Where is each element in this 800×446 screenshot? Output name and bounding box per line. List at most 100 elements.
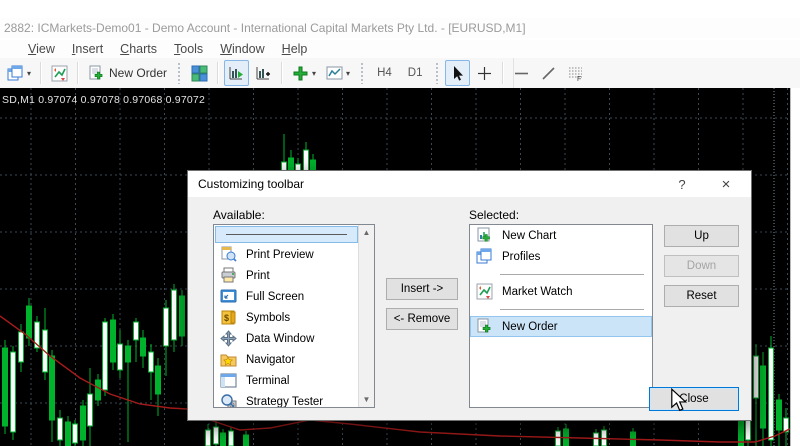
toolbar-drag-handle[interactable] (435, 62, 439, 84)
list-item-label: Print (246, 270, 270, 282)
up-button[interactable]: Up (664, 225, 739, 247)
market-watch-icon (476, 283, 493, 300)
list-item-print-preview[interactable]: Print Preview (214, 244, 359, 265)
available-label: Available: (213, 208, 265, 222)
scrollbar[interactable]: ▲ ▼ (358, 225, 374, 407)
data-window-icon (220, 330, 237, 347)
window-title: 2882: ICMarkets-Demo01 - Demo Account - … (4, 21, 526, 35)
list-item-full-screen[interactable]: Full Screen (214, 286, 359, 307)
chevron-down-icon[interactable]: ▾ (346, 69, 350, 78)
template-button[interactable]: ▾ (322, 60, 354, 86)
toolbar-separator (502, 62, 504, 84)
scroll-up-icon[interactable]: ▲ (359, 225, 374, 240)
profiles-icon (7, 65, 24, 82)
list-separator-item-selected[interactable] (215, 226, 358, 243)
list-item-symbols[interactable]: $ Symbols (214, 307, 359, 328)
list-item-new-chart[interactable]: New Chart (470, 225, 652, 246)
svg-text:$: $ (224, 313, 229, 323)
list-item-new-order[interactable]: New Order (470, 316, 652, 337)
full-screen-icon (220, 288, 237, 305)
template-icon (326, 65, 343, 82)
list-item-label: Terminal (246, 375, 289, 387)
timeframe-d1-button[interactable]: D1 (401, 60, 430, 86)
market-watch-button[interactable] (47, 60, 72, 86)
toolbar-separator (281, 62, 283, 84)
menu-help[interactable]: Help (282, 42, 308, 56)
list-item-label: New Order (502, 321, 558, 333)
new-order-icon (476, 318, 493, 335)
reset-button[interactable]: Reset (664, 285, 739, 307)
customizing-toolbar-dialog: Customizing toolbar ? × Available: Selec… (187, 170, 752, 421)
print-icon (220, 267, 237, 284)
list-item-navigator[interactable]: Navigator (214, 349, 359, 370)
menu-tools[interactable]: Tools (174, 42, 203, 56)
ohlc-label: SD,M1 0.97074 0.97078 0.97068 0.97072 (2, 94, 205, 106)
toolbar-separator (77, 62, 79, 84)
new-chart-icon (476, 227, 493, 244)
selected-label: Selected: (469, 208, 519, 222)
menu-window[interactable]: Window (220, 42, 264, 56)
selected-listbox[interactable]: New Chart Profiles Market Watch New Order (469, 224, 653, 408)
menu-insert[interactable]: Insert (72, 42, 103, 56)
list-item-data-window[interactable]: Data Window (214, 328, 359, 349)
list-item-label: Data Window (246, 333, 314, 345)
trend-line-button[interactable] (536, 60, 561, 86)
list-item-label: New Chart (502, 230, 556, 242)
insert-button[interactable]: Insert -> (386, 278, 458, 300)
toolbar-drag-handle[interactable] (360, 62, 364, 84)
svg-text:F: F (577, 76, 581, 82)
right-margin (790, 88, 800, 446)
profiles-button[interactable]: ▾ (3, 60, 35, 86)
available-list-items: Print Preview Print Full Screen $ Symbols Dat… (214, 225, 359, 407)
toolbar-drag-handle[interactable] (177, 62, 181, 84)
chevron-down-icon[interactable]: ▾ (312, 69, 316, 78)
help-icon[interactable]: ? (665, 171, 699, 197)
list-item-profiles[interactable]: Profiles (470, 246, 652, 267)
list-item-label: Print Preview (246, 249, 314, 261)
menu-charts[interactable]: Charts (120, 42, 157, 56)
menu-view[interactable]: View (28, 42, 55, 56)
profiles-icon (476, 248, 493, 265)
chevron-down-icon[interactable]: ▾ (27, 69, 31, 78)
scroll-down-icon[interactable]: ▼ (359, 392, 374, 407)
available-listbox[interactable]: Print Preview Print Full Screen $ Symbols Dat… (213, 224, 375, 408)
list-item-print[interactable]: Print (214, 265, 359, 286)
new-order-button[interactable]: New Order (84, 60, 171, 86)
list-item-label: Symbols (246, 312, 290, 324)
toolbar-button-label: New Order (109, 66, 167, 80)
fibonacci-icon: F (567, 65, 584, 82)
list-item-label: Profiles (502, 251, 540, 263)
auto-scroll-button[interactable] (224, 60, 249, 86)
close-button[interactable]: Close (649, 387, 739, 411)
close-icon[interactable]: × (709, 171, 743, 197)
chart-shift-button[interactable] (251, 60, 276, 86)
separator-line (226, 234, 347, 235)
toolbar-end-divider (513, 58, 514, 88)
symbols-icon: $ (220, 309, 237, 326)
tile-windows-icon (191, 65, 208, 82)
auto-scroll-icon (228, 65, 245, 82)
horizontal-line-icon (513, 65, 530, 82)
crosshair-button[interactable] (472, 60, 497, 86)
list-item-strategy-tester[interactable]: Strategy Tester (214, 391, 359, 408)
list-item-terminal[interactable]: Terminal (214, 370, 359, 391)
add-indicator-icon (292, 65, 309, 82)
tile-windows-button[interactable] (187, 60, 212, 86)
cursor-button[interactable] (445, 60, 470, 86)
strategy-tester-icon (220, 393, 237, 408)
chart-shift-icon (255, 65, 272, 82)
dialog-title-bar[interactable]: Customizing toolbar ? × (188, 171, 751, 197)
add-indicator-button[interactable]: ▾ (288, 60, 320, 86)
fibonacci-button[interactable]: F (563, 60, 588, 86)
dialog-title: Customizing toolbar (198, 177, 304, 191)
timeframe-h4-button[interactable]: H4 (370, 60, 399, 86)
remove-button[interactable]: <- Remove (386, 308, 458, 330)
print-preview-icon (220, 246, 237, 263)
list-item-label: Full Screen (246, 291, 304, 303)
list-item-market-watch[interactable]: Market Watch (470, 281, 652, 302)
down-button: Down (664, 255, 739, 277)
title-bar: 2882: ICMarkets-Demo01 - Demo Account - … (0, 18, 800, 38)
selected-list-items: New Chart Profiles Market Watch New Order (470, 225, 652, 407)
toolbar-separator (40, 62, 42, 84)
list-item-label: Market Watch (502, 286, 573, 298)
